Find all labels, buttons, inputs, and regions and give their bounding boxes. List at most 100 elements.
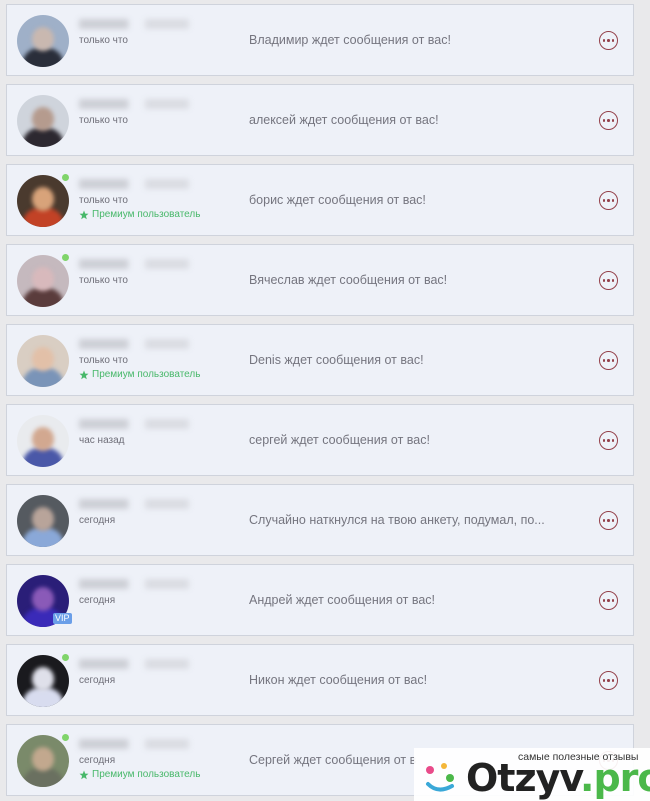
last-seen-time: только что: [79, 275, 128, 286]
avatar-face: [32, 27, 54, 51]
sender-name-blurred[interactable]: [79, 739, 189, 749]
more-options-dot: [602, 119, 606, 122]
watermark-brand-main: Otzyv: [466, 756, 581, 800]
more-options-dot: [602, 599, 606, 602]
otzyv-logo-icon: [426, 763, 454, 792]
avatar-face: [32, 507, 54, 531]
avatar[interactable]: [17, 255, 69, 307]
more-options-icon[interactable]: [599, 351, 618, 370]
last-seen-time: только что: [79, 195, 128, 206]
sender-name-blurred[interactable]: [79, 99, 189, 109]
more-options-dot: [602, 199, 606, 202]
avatar[interactable]: [17, 735, 69, 787]
message-preview[interactable]: Владимир ждет сообщения от вас!: [249, 33, 561, 47]
sender-name-blurred[interactable]: [79, 579, 189, 589]
more-options-dot: [611, 359, 615, 362]
conversation-row[interactable]: только что Вячеслав ждет сообщения от вас…: [6, 244, 634, 316]
message-preview[interactable]: Никон ждет сообщения от вас!: [249, 673, 561, 687]
conversation-row[interactable]: час назад сергей ждет сообщения от вас!: [6, 404, 634, 476]
star-icon: [79, 370, 89, 379]
more-options-dot: [607, 599, 610, 602]
more-options-dot: [611, 679, 615, 682]
sender-name-blurred[interactable]: [79, 339, 189, 349]
more-options-icon[interactable]: [599, 191, 618, 210]
last-seen-time: сегодня: [79, 675, 116, 686]
avatar[interactable]: [17, 95, 69, 147]
avatar-face: [32, 107, 54, 131]
avatar-face: [32, 267, 54, 291]
last-seen-time: сегодня: [79, 595, 116, 606]
more-options-dot: [607, 199, 610, 202]
more-options-icon[interactable]: [599, 671, 618, 690]
message-preview[interactable]: Denis ждет сообщения от вас!: [249, 353, 561, 367]
premium-badge: Премиум пользователь: [79, 769, 200, 780]
online-indicator: [61, 253, 70, 262]
avatar[interactable]: [17, 655, 69, 707]
premium-label: Премиум пользователь: [92, 369, 201, 380]
premium-badge: Премиум пользователь: [79, 369, 200, 380]
avatar-face: [32, 667, 54, 691]
avatar[interactable]: [17, 175, 69, 227]
premium-label: Премиум пользователь: [92, 209, 201, 220]
more-options-icon[interactable]: [599, 31, 618, 50]
more-options-dot: [607, 39, 610, 42]
more-options-dot: [607, 119, 610, 122]
more-options-icon[interactable]: [599, 431, 618, 450]
message-preview[interactable]: Вячеслав ждет сообщения от вас!: [249, 273, 561, 287]
conversation-row[interactable]: сегодня Никон ждет сообщения от вас!: [6, 644, 634, 716]
conversation-row[interactable]: сегодня Случайно наткнулся на твою анкету…: [6, 484, 634, 556]
conversation-row[interactable]: только что Премиум пользователь борис ждет…: [6, 164, 634, 236]
more-options-icon[interactable]: [599, 511, 618, 530]
last-seen-time: час назад: [79, 435, 125, 446]
message-preview[interactable]: Случайно наткнулся на твою анкету, подум…: [249, 513, 561, 527]
message-preview[interactable]: борис ждет сообщения от вас!: [249, 193, 561, 207]
more-options-dot: [607, 279, 610, 282]
online-indicator: [61, 653, 70, 662]
sender-name-blurred[interactable]: [79, 499, 189, 509]
avatar-face: [32, 747, 54, 771]
conversation-row[interactable]: только что алексей ждет сообщения от вас!: [6, 84, 634, 156]
conversation-row[interactable]: VIP сегодня Андрей ждет сообщения от вас!: [6, 564, 634, 636]
avatar[interactable]: [17, 495, 69, 547]
sender-name-blurred[interactable]: [79, 259, 189, 269]
message-preview[interactable]: Андрей ждет сообщения от вас!: [249, 593, 561, 607]
avatar[interactable]: [17, 15, 69, 67]
more-options-dot: [611, 519, 615, 522]
avatar[interactable]: [17, 335, 69, 387]
more-options-dot: [607, 359, 610, 362]
online-indicator: [61, 733, 70, 742]
message-preview[interactable]: сергей ждет сообщения от вас!: [249, 433, 561, 447]
sender-name-blurred[interactable]: [79, 659, 189, 669]
more-options-dot: [602, 359, 606, 362]
more-options-dot: [607, 519, 610, 522]
more-options-dot: [602, 679, 606, 682]
watermark: самые полезные отзывы Otzyv.pro: [414, 748, 650, 801]
more-options-dot: [607, 439, 610, 442]
conversation-row[interactable]: только что Премиум пользователь Denis ждет…: [6, 324, 634, 396]
last-seen-time: сегодня: [79, 755, 116, 766]
more-options-dot: [607, 679, 610, 682]
message-preview[interactable]: алексей ждет сообщения от вас!: [249, 113, 561, 127]
premium-label: Премиум пользователь: [92, 769, 201, 780]
conversation-row[interactable]: только что Владимир ждет сообщения от вас…: [6, 4, 634, 76]
more-options-dot: [611, 199, 615, 202]
sender-name-blurred[interactable]: [79, 19, 189, 29]
star-icon: [79, 210, 89, 219]
sender-name-blurred[interactable]: [79, 179, 189, 189]
more-options-dot: [611, 439, 615, 442]
more-options-dot: [602, 519, 606, 522]
last-seen-time: только что: [79, 115, 128, 126]
sender-name-blurred[interactable]: [79, 419, 189, 429]
more-options-icon[interactable]: [599, 271, 618, 290]
avatar[interactable]: [17, 415, 69, 467]
online-indicator: [61, 173, 70, 182]
more-options-icon[interactable]: [599, 111, 618, 130]
more-options-dot: [611, 279, 615, 282]
more-options-dot: [611, 119, 615, 122]
avatar-face: [32, 347, 54, 371]
more-options-icon[interactable]: [599, 591, 618, 610]
last-seen-time: только что: [79, 35, 128, 46]
star-icon: [79, 770, 89, 779]
more-options-dot: [602, 279, 606, 282]
avatar-face: [32, 187, 54, 211]
